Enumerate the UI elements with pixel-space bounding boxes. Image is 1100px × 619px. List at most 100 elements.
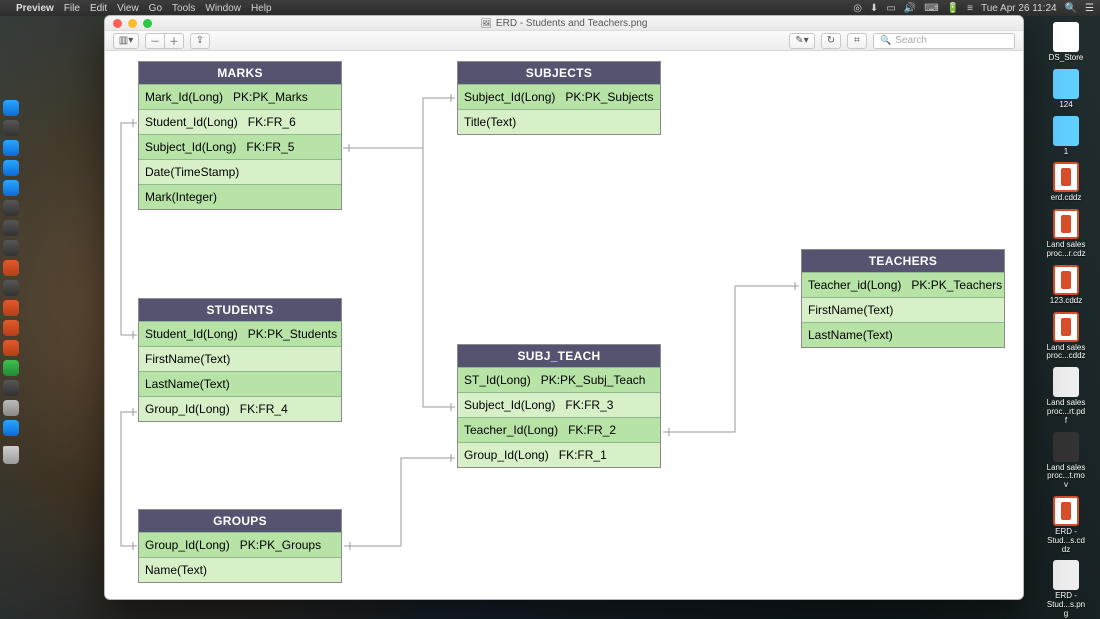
menubar-status-icon[interactable]: ⌨ — [924, 3, 938, 14]
file-label: DS_Store — [1049, 54, 1084, 63]
desktop-file[interactable]: Land sales proc...r.cdz — [1046, 209, 1086, 259]
file-icon — [1053, 432, 1079, 462]
field-name: FirstName(Text) — [145, 352, 230, 366]
desktop-file[interactable]: 1 — [1046, 116, 1086, 157]
menu-edit[interactable]: Edit — [90, 3, 107, 14]
dock-app-icon[interactable] — [3, 140, 19, 156]
entity-teachers: TEACHERSTeacher_id(Long)PK:PK_TeachersFi… — [801, 249, 1005, 348]
desktop-file[interactable]: DS_Store — [1046, 22, 1086, 63]
desktop-files: DS_Store 124 1 erd.cddz Land sales proc...r.… — [1038, 22, 1094, 619]
search-input[interactable]: Search — [873, 33, 1015, 49]
dock-app-icon[interactable] — [3, 340, 19, 356]
field-key — [249, 165, 335, 179]
menu-tools[interactable]: Tools — [172, 3, 195, 14]
zoom-icon[interactable] — [143, 19, 152, 28]
entity-header: STUDENTS — [139, 299, 341, 321]
menubar-status-icon[interactable]: ▭ — [886, 3, 895, 14]
dock-app-icon[interactable] — [3, 360, 19, 376]
minimize-icon[interactable] — [128, 19, 137, 28]
file-icon — [1053, 560, 1079, 590]
desktop-file[interactable]: ERD - Stud...s.png — [1046, 560, 1086, 618]
dock-app-icon[interactable] — [3, 260, 19, 276]
desktop-file[interactable]: ERD - Stud...s.cddz — [1046, 496, 1086, 554]
entity-row: FirstName(Text) — [139, 346, 341, 371]
file-label: Land sales proc...r.cdz — [1046, 241, 1086, 259]
field-key — [217, 563, 335, 577]
preview-window: ERD - Students and Teachers.png ▥▾ － ＋ ⇪… — [104, 15, 1024, 600]
entity-row: Mark(Integer) — [139, 184, 341, 209]
menubar-status-icon[interactable]: ⬇ — [870, 3, 878, 14]
menubar-status-icon[interactable]: 🔊 — [904, 3, 916, 14]
annotate-button[interactable]: ⌗ — [847, 33, 867, 49]
field-name: LastName(Text) — [808, 328, 893, 342]
zoom-in-button[interactable]: ＋ — [164, 33, 184, 49]
sidebar-view-button[interactable]: ▥▾ — [113, 33, 139, 49]
dock-app-icon[interactable] — [3, 160, 19, 176]
entity-row: Student_Id(Long)FK:FR_6 — [139, 109, 341, 134]
markup-button[interactable]: ✎▾ — [789, 33, 815, 49]
close-icon[interactable] — [113, 19, 122, 28]
menubar-status-icon[interactable]: ≡ — [967, 3, 973, 14]
file-icon — [1053, 22, 1079, 52]
field-name: Group_Id(Long) — [145, 538, 230, 552]
field-name: Subject_Id(Long) — [464, 398, 555, 412]
file-icon — [1053, 162, 1079, 192]
menubar-status-icon[interactable]: ☰ — [1085, 3, 1094, 14]
field-key: PK:PK_Students — [248, 327, 337, 341]
file-label: Land sales proc...t.mov — [1046, 464, 1086, 490]
entity-row: Subject_Id(Long)FK:FR_5 — [139, 134, 341, 159]
field-key: FK:FR_2 — [568, 423, 654, 437]
rotate-button[interactable]: ↻ — [821, 33, 841, 49]
field-key — [227, 190, 335, 204]
menu-help[interactable]: Help — [251, 3, 272, 14]
entity-row: ST_Id(Long)PK:PK_Subj_Teach — [458, 367, 660, 392]
field-name: Student_Id(Long) — [145, 115, 238, 129]
desktop-file[interactable]: Land sales proc...t.mov — [1046, 432, 1086, 490]
dock-app-icon[interactable] — [3, 120, 19, 136]
field-name: Subject_Id(Long) — [464, 90, 555, 104]
entity-row: Title(Text) — [458, 109, 660, 134]
menu-file[interactable]: File — [64, 3, 80, 14]
dock-app-icon[interactable] — [3, 400, 19, 416]
file-label: 1 — [1064, 148, 1068, 157]
field-key — [240, 352, 335, 366]
entity-row: Date(TimeStamp) — [139, 159, 341, 184]
field-key — [526, 115, 654, 129]
window-title: ERD - Students and Teachers.png — [480, 18, 647, 29]
entity-row: Mark_Id(Long)PK:PK_Marks — [139, 84, 341, 109]
clock[interactable]: Tue Apr 26 11:24 — [981, 3, 1057, 14]
dock-app-icon[interactable] — [3, 280, 19, 296]
dock-app-icon[interactable] — [3, 300, 19, 316]
entity-header: MARKS — [139, 62, 341, 84]
dock-app-icon[interactable] — [3, 420, 19, 436]
field-name: Group_Id(Long) — [464, 448, 549, 462]
desktop-file[interactable]: Land sales proc...rt.pdf — [1046, 367, 1086, 425]
field-key: PK:PK_Subj_Teach — [541, 373, 654, 387]
dock-app-icon[interactable] — [3, 200, 19, 216]
desktop-file[interactable]: 124 — [1046, 69, 1086, 110]
share-button[interactable]: ⇪ — [190, 33, 210, 49]
menubar-status-icon[interactable]: 🔍 — [1065, 3, 1077, 14]
entity-row: Teacher_Id(Long)FK:FR_2 — [458, 417, 660, 442]
menubar-status-icon[interactable]: ◎ — [853, 3, 862, 14]
menu-window[interactable]: Window — [205, 3, 241, 14]
file-icon — [1053, 116, 1079, 146]
dock-app-icon[interactable] — [3, 320, 19, 336]
dock-app-icon[interactable] — [3, 380, 19, 396]
trash-icon[interactable] — [3, 446, 19, 464]
field-key: FK:FR_3 — [565, 398, 654, 412]
field-name: LastName(Text) — [145, 377, 230, 391]
zoom-out-button[interactable]: － — [145, 33, 165, 49]
dock-app-icon[interactable] — [3, 220, 19, 236]
desktop-file[interactable]: Land sales proc...cddz — [1046, 312, 1086, 362]
desktop-file[interactable]: erd.cddz — [1046, 162, 1086, 203]
menu-view[interactable]: View — [117, 3, 139, 14]
menu-go[interactable]: Go — [149, 3, 162, 14]
menubar-status-icon[interactable]: 🔋 — [947, 3, 959, 14]
entity-row: Subject_Id(Long) FK:FR_3 — [458, 392, 660, 417]
dock-app-icon[interactable] — [3, 100, 19, 116]
dock-app-icon[interactable] — [3, 180, 19, 196]
desktop-file[interactable]: 123.cddz — [1046, 265, 1086, 306]
app-name[interactable]: Preview — [16, 3, 54, 14]
dock-app-icon[interactable] — [3, 240, 19, 256]
